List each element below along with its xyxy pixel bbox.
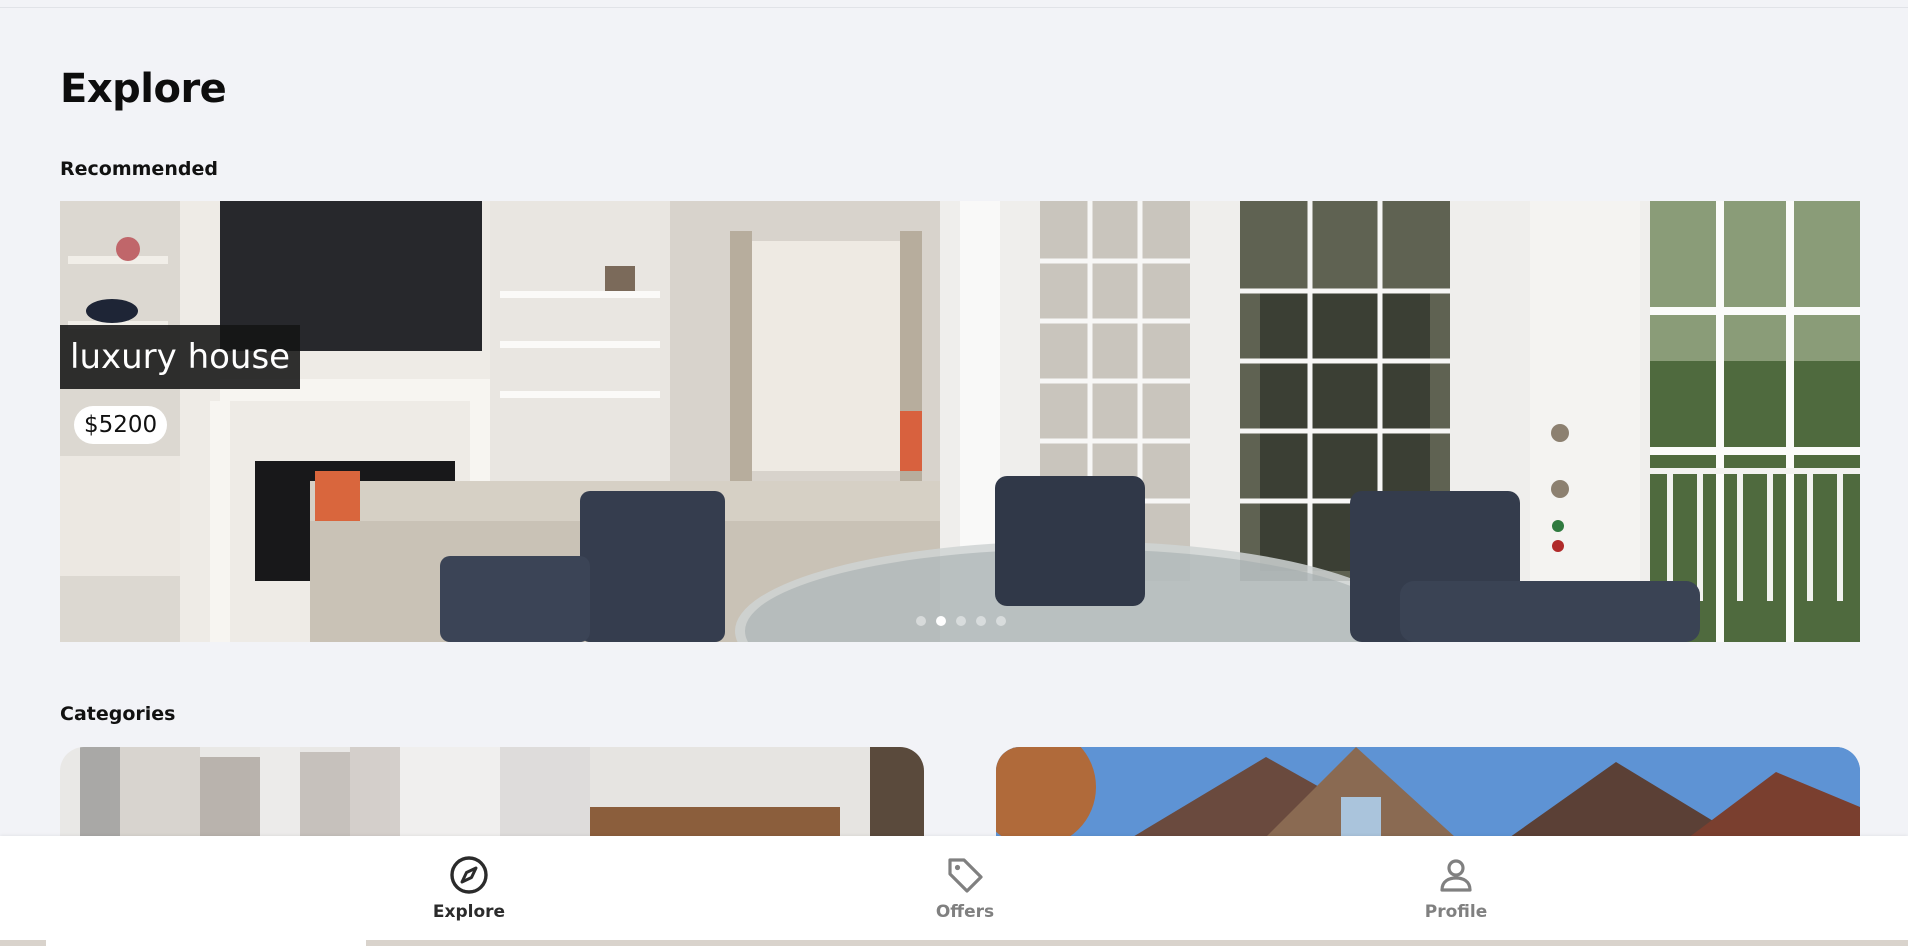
recommended-carousel[interactable]: luxury house $5200 [60, 201, 1860, 642]
nav-label: Explore [432, 902, 506, 922]
carousel-dot[interactable] [976, 616, 986, 626]
category-card-apartment[interactable] [60, 747, 924, 847]
carousel-pagination[interactable] [916, 616, 1006, 626]
category-card-house[interactable] [996, 747, 1860, 847]
nav-label: Profile [1424, 902, 1488, 922]
nav-label: Offers [935, 902, 995, 922]
background-peek-tab [46, 940, 366, 946]
user-icon [1440, 859, 1472, 892]
tag-icon [948, 858, 983, 893]
listing-price-badge: $5200 [74, 406, 168, 444]
listing-photo[interactable] [60, 201, 1860, 642]
carousel-dot-active[interactable] [936, 616, 946, 626]
top-divider [0, 7, 1908, 8]
nav-profile[interactable]: Profile [1386, 854, 1526, 922]
listing-title[interactable]: luxury house [60, 325, 301, 389]
category-photo [60, 747, 924, 847]
carousel-dot[interactable] [956, 616, 966, 626]
nav-explore[interactable]: Explore [399, 854, 539, 922]
category-photo [996, 747, 1860, 847]
nav-offers[interactable]: Offers [895, 854, 1035, 922]
categories-heading: Categories [60, 703, 176, 725]
carousel-dot[interactable] [916, 616, 926, 626]
bottom-navigation: Explore Offers Profile [0, 836, 1908, 940]
recommended-heading: Recommended [60, 158, 218, 180]
compass-icon [450, 856, 488, 894]
carousel-dot[interactable] [996, 616, 1006, 626]
page-title: Explore [60, 66, 227, 112]
